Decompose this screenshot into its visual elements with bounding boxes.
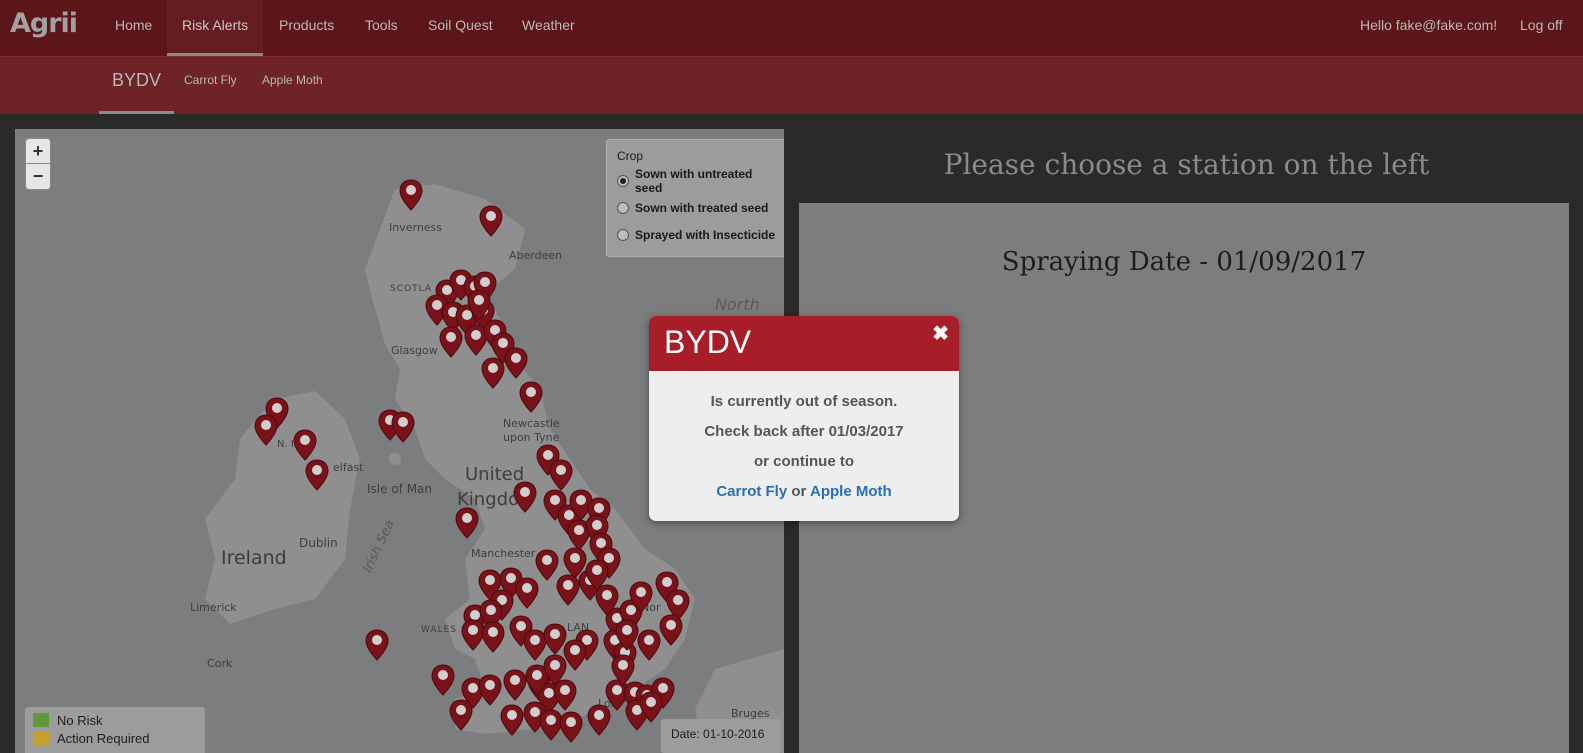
map-label: N. I xyxy=(277,439,294,450)
map-label: SCOTLA xyxy=(390,284,432,294)
station-pin-icon[interactable] xyxy=(481,357,505,389)
map-label: Ireland xyxy=(221,547,287,569)
carrot-fly-link[interactable]: Carrot Fly xyxy=(716,483,787,500)
map-label: Newcastle xyxy=(503,417,560,430)
station-pin-icon[interactable] xyxy=(556,574,580,606)
crop-option-insecticide[interactable]: Sprayed with Insecticide xyxy=(617,221,777,248)
crop-option-untreated[interactable]: Sown with untreated seed xyxy=(617,167,777,195)
station-pin-icon[interactable] xyxy=(391,411,415,443)
station-pin-icon[interactable] xyxy=(615,619,639,651)
station-pin-icon[interactable] xyxy=(305,459,329,491)
station-pin-icon[interactable] xyxy=(629,581,653,613)
station-pin-icon[interactable] xyxy=(639,691,663,723)
map-label: WALES xyxy=(421,625,457,635)
station-pin-icon[interactable] xyxy=(504,347,528,379)
station-pin-icon[interactable] xyxy=(365,629,389,661)
station-pin-icon[interactable] xyxy=(503,669,527,701)
crop-title: Crop xyxy=(617,149,644,163)
top-navbar: Agrii Home Risk Alerts Products Tools So… xyxy=(0,0,1583,56)
logoff-link[interactable]: Log off xyxy=(1520,0,1563,56)
crop-option-treated[interactable]: Sown with treated seed xyxy=(617,194,777,221)
legend-swatch xyxy=(33,731,49,745)
nav-tools[interactable]: Tools xyxy=(350,0,413,56)
station-pin-icon[interactable] xyxy=(293,429,317,461)
station-pin-icon[interactable] xyxy=(637,629,661,661)
user-greeting[interactable]: Hello fake@fake.com! xyxy=(1360,0,1497,56)
station-pin-icon[interactable] xyxy=(479,205,503,237)
legend-swatch xyxy=(33,713,49,727)
station-pin-icon[interactable] xyxy=(455,507,479,539)
station-pin-icon[interactable] xyxy=(481,621,505,653)
apple-moth-link[interactable]: Apple Moth xyxy=(810,483,892,500)
spraying-date: Spraying Date - 01/09/2017 xyxy=(1001,247,1367,277)
station-pin-icon[interactable] xyxy=(513,481,537,513)
map-label: Glasgow xyxy=(391,344,438,357)
radio-checked-icon[interactable] xyxy=(617,174,629,187)
modal-links: Carrot Fly or Apple Moth xyxy=(649,477,959,507)
close-icon[interactable]: ✖ xyxy=(932,321,949,346)
radio-icon[interactable] xyxy=(617,228,629,241)
modal-check-back: Check back after 01/03/2017 xyxy=(704,423,904,440)
nav-weather[interactable]: Weather xyxy=(507,0,590,56)
station-pin-icon[interactable] xyxy=(254,414,278,446)
nav-risk-alerts[interactable]: Risk Alerts xyxy=(167,0,264,56)
map-label: Isle of Man xyxy=(367,482,433,496)
map-label: Cork xyxy=(207,657,233,670)
modal-body: Is currently out of season. Check back a… xyxy=(649,371,959,507)
station-pin-icon[interactable] xyxy=(500,704,524,736)
station-pin-icon[interactable] xyxy=(549,459,573,491)
modal-continue: or continue to xyxy=(754,453,854,470)
nav-home[interactable]: Home xyxy=(100,0,167,56)
station-pin-icon[interactable] xyxy=(467,289,491,321)
crop-selector: Crop Sown with untreated seed Sown with … xyxy=(606,139,784,257)
radio-icon[interactable] xyxy=(617,201,629,214)
station-pin-icon[interactable] xyxy=(519,381,543,413)
map-label: Dublin xyxy=(299,536,338,550)
station-pin-icon[interactable] xyxy=(559,711,583,743)
sub-navbar: BYDV Carrot Fly Apple Moth xyxy=(0,56,1583,114)
station-pin-icon[interactable] xyxy=(431,664,455,696)
tab-bydv[interactable]: BYDV xyxy=(99,57,174,114)
station-pin-icon[interactable] xyxy=(659,614,683,646)
modal-header: BYDV ✖ xyxy=(649,316,959,371)
map-date: Date: 01-10-2016 xyxy=(661,719,781,753)
station-pin-icon[interactable] xyxy=(449,699,473,731)
station-prompt-heading: Please choose a station on the left xyxy=(943,148,1430,181)
nav-soil-quest[interactable]: Soil Quest xyxy=(413,0,508,56)
legend-no-risk: No Risk xyxy=(33,711,197,729)
station-pin-icon[interactable] xyxy=(478,674,502,706)
station-pin-icon[interactable] xyxy=(439,326,463,358)
map-label: upon Tyne xyxy=(503,431,560,444)
station-pin-icon[interactable] xyxy=(563,639,587,671)
zoom-out-button[interactable]: − xyxy=(25,164,51,190)
modal-title: BYDV xyxy=(664,324,752,360)
legend-action-required: Action Required xyxy=(33,729,197,747)
risk-legend: No Risk Action Required xyxy=(25,707,205,753)
station-pin-icon[interactable] xyxy=(611,654,635,686)
map-label: Limerick xyxy=(190,601,237,614)
map-label: elfast xyxy=(333,461,364,474)
nav-products[interactable]: Products xyxy=(264,0,349,56)
modal-or: or xyxy=(791,483,807,500)
station-pin-icon[interactable] xyxy=(515,577,539,609)
modal-message: Is currently out of season. xyxy=(710,393,898,410)
map-label: North xyxy=(715,295,760,314)
map-label: Inverness xyxy=(389,221,443,234)
station-pin-icon[interactable] xyxy=(399,179,423,211)
map-label: Aberdeen xyxy=(509,249,563,262)
station-pin-icon[interactable] xyxy=(585,559,609,591)
tab-apple-moth[interactable]: Apple Moth xyxy=(262,57,323,114)
tab-carrot-fly[interactable]: Carrot Fly xyxy=(184,57,237,114)
zoom-in-button[interactable]: + xyxy=(25,138,51,164)
out-of-season-modal: BYDV ✖ Is currently out of season. Check… xyxy=(649,316,959,521)
brand-logo[interactable]: Agrii xyxy=(10,8,78,39)
map-label: Manchester xyxy=(471,547,536,560)
